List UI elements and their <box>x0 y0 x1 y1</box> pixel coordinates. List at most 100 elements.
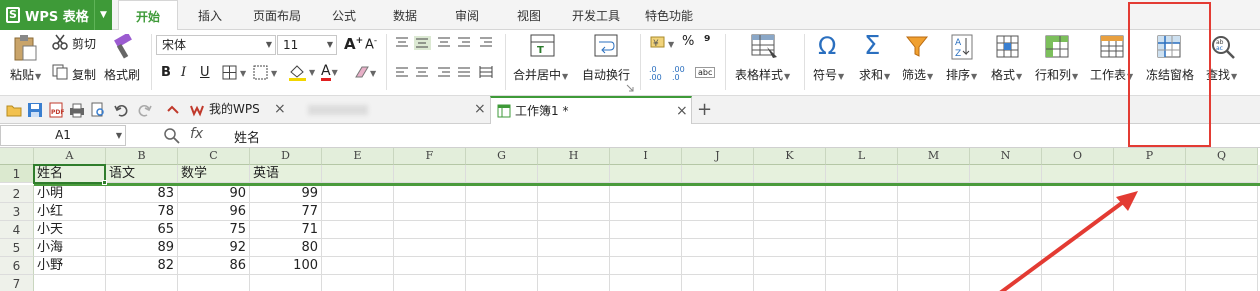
cell-h2[interactable] <box>538 185 610 203</box>
format-icon[interactable] <box>996 35 1020 59</box>
cell-g5[interactable] <box>466 239 538 257</box>
quick-access-dropdown-icon[interactable] <box>166 103 180 117</box>
cell-e4[interactable] <box>322 221 394 239</box>
symbol-button[interactable]: 符号▼ <box>813 66 844 83</box>
filter-icon[interactable] <box>906 35 930 59</box>
cell-k3[interactable] <box>754 203 826 221</box>
tab-insert[interactable]: 插入 <box>198 0 222 30</box>
table-style-icon[interactable] <box>751 34 779 60</box>
cell-style-icon[interactable]: ▼ <box>253 65 281 81</box>
cell-m7[interactable] <box>898 275 970 291</box>
cell-h3[interactable] <box>538 203 610 221</box>
cell-i2[interactable] <box>610 185 682 203</box>
wps-app-button[interactable]: S WPS 表格 ▼ <box>0 0 112 30</box>
cell-a3[interactable]: 小红 <box>34 203 106 221</box>
cell-c3[interactable]: 96 <box>178 203 250 221</box>
cell-g7[interactable] <box>466 275 538 291</box>
cell-m6[interactable] <box>898 257 970 275</box>
chevron-down-icon[interactable]: ▼ <box>94 0 112 30</box>
column-header-m[interactable]: M <box>898 148 970 165</box>
cell-a5[interactable]: 小海 <box>34 239 106 257</box>
format-button[interactable]: 格式▼ <box>991 66 1022 83</box>
omega-icon[interactable]: Ω <box>818 32 836 60</box>
cell-b1[interactable]: 语文 <box>106 165 178 183</box>
column-header-f[interactable]: F <box>394 148 466 165</box>
cell-a2[interactable]: 小明 <box>34 185 106 203</box>
cell-h5[interactable] <box>538 239 610 257</box>
column-header-n[interactable]: N <box>970 148 1042 165</box>
redo-icon[interactable] <box>138 103 152 117</box>
column-header-p[interactable]: P <box>1114 148 1186 165</box>
cell-q6[interactable] <box>1186 257 1258 275</box>
cell-b6[interactable]: 82 <box>106 257 178 275</box>
copy-icon[interactable] <box>52 64 68 80</box>
column-header-a[interactable]: A <box>34 148 106 165</box>
cell-j7[interactable] <box>682 275 754 291</box>
cell-i5[interactable] <box>610 239 682 257</box>
cell-i6[interactable] <box>610 257 682 275</box>
print-icon[interactable] <box>69 102 85 118</box>
font-name-select[interactable]: 宋体 ▼ <box>156 35 276 55</box>
cell-i3[interactable] <box>610 203 682 221</box>
column-header-o[interactable]: O <box>1042 148 1114 165</box>
cell-d4[interactable]: 71 <box>250 221 322 239</box>
format-painter-button[interactable]: 格式刷 <box>104 66 140 83</box>
cell-d7[interactable] <box>250 275 322 291</box>
cell-a6[interactable]: 小野 <box>34 257 106 275</box>
cell-l1[interactable] <box>826 165 898 183</box>
close-icon[interactable]: × <box>274 96 286 123</box>
formula-input[interactable]: 姓名 <box>234 127 260 146</box>
cell-e2[interactable] <box>322 185 394 203</box>
select-all-corner[interactable] <box>0 148 34 165</box>
cell-h7[interactable] <box>538 275 610 291</box>
clear-format-icon[interactable]: ▼ <box>354 65 380 81</box>
paste-icon[interactable] <box>12 34 38 62</box>
cell-e7[interactable] <box>322 275 394 291</box>
number-format-icon[interactable]: abc <box>695 67 716 78</box>
export-pdf-icon[interactable]: PDF <box>48 102 64 118</box>
cell-b5[interactable]: 89 <box>106 239 178 257</box>
column-header-e[interactable]: E <box>322 148 394 165</box>
row-header-5[interactable]: 5 <box>0 239 34 257</box>
cell-e1[interactable] <box>322 165 394 183</box>
increase-decimal-icon[interactable]: .0.00 <box>649 66 662 82</box>
font-color-button[interactable]: A▼ <box>321 63 338 81</box>
print-preview-icon[interactable] <box>90 102 106 118</box>
wrap-text-icon[interactable] <box>594 34 618 58</box>
tab-page-layout[interactable]: 页面布局 <box>253 0 301 30</box>
italic-button[interactable]: I <box>181 65 186 80</box>
cell-l5[interactable] <box>826 239 898 257</box>
cell-h4[interactable] <box>538 221 610 239</box>
cell-d2[interactable]: 99 <box>250 185 322 203</box>
cell-p1[interactable] <box>1114 165 1186 183</box>
cell-i7[interactable] <box>610 275 682 291</box>
tab-developer[interactable]: 开发工具 <box>572 0 620 30</box>
cell-q5[interactable] <box>1186 239 1258 257</box>
cell-k1[interactable] <box>754 165 826 183</box>
currency-icon[interactable]: ¥ ▼ <box>650 35 678 51</box>
cell-d3[interactable]: 77 <box>250 203 322 221</box>
row-header-1[interactable]: 1 <box>0 165 34 183</box>
cell-j5[interactable] <box>682 239 754 257</box>
sigma-icon[interactable]: Σ <box>864 31 880 61</box>
undo-icon[interactable] <box>114 103 128 117</box>
column-header-k[interactable]: K <box>754 148 826 165</box>
cell-m1[interactable] <box>898 165 970 183</box>
worksheet-icon[interactable] <box>1100 35 1126 59</box>
cell-a4[interactable]: 小天 <box>34 221 106 239</box>
cell-i4[interactable] <box>610 221 682 239</box>
tab-data[interactable]: 数据 <box>393 0 417 30</box>
alignment-dialog-launcher-icon[interactable] <box>626 84 634 92</box>
cell-c1[interactable]: 数学 <box>178 165 250 183</box>
bold-button[interactable]: B <box>161 65 171 80</box>
column-header-b[interactable]: B <box>106 148 178 165</box>
cell-k2[interactable] <box>754 185 826 203</box>
cell-l2[interactable] <box>826 185 898 203</box>
cell-b4[interactable]: 65 <box>106 221 178 239</box>
cell-k6[interactable] <box>754 257 826 275</box>
cell-c5[interactable]: 92 <box>178 239 250 257</box>
cell-q1[interactable] <box>1186 165 1258 183</box>
merge-center-button[interactable]: 合并居中▼ <box>513 66 568 83</box>
cell-j4[interactable] <box>682 221 754 239</box>
cell-l7[interactable] <box>826 275 898 291</box>
